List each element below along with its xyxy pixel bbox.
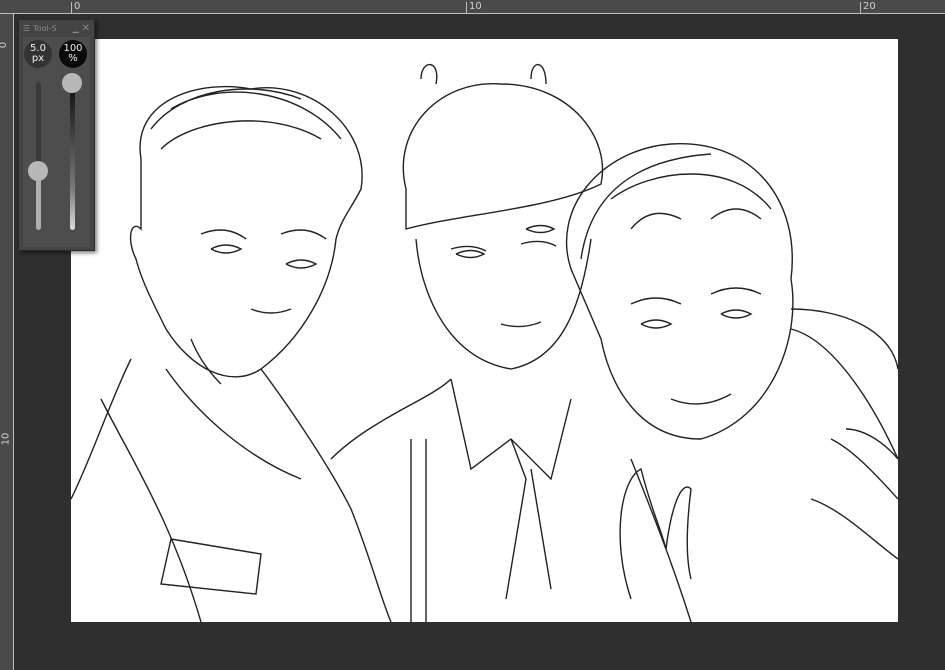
minimize-icon[interactable]: ▁ — [72, 24, 78, 33]
ruler-label: 10 — [469, 1, 482, 12]
brush-size-slider-handle[interactable] — [28, 161, 48, 181]
opacity-slider[interactable] — [70, 87, 75, 230]
panel-title-bar[interactable]: ☰ Tool-S ▁ ✕ — [19, 20, 94, 36]
brush-size-indicator[interactable]: 5.0 px — [24, 40, 52, 68]
close-icon[interactable]: ✕ — [82, 23, 90, 34]
panel-title: Tool-S — [33, 23, 57, 33]
hamburger-icon[interactable]: ☰ — [23, 24, 30, 33]
horizontal-ruler: 0 10 20 — [0, 0, 945, 14]
brush-size-slider-fill — [36, 177, 41, 230]
ruler-label: 0 — [0, 42, 9, 48]
opacity-unit: % — [68, 53, 78, 64]
ruler-label: 0 — [74, 1, 81, 12]
line-art-illustration — [71, 63, 898, 622]
ruler-label: 10 — [0, 432, 12, 446]
vertical-ruler: 0 10 — [0, 14, 14, 670]
opacity-slider-handle[interactable] — [62, 73, 82, 93]
drawing-canvas[interactable] — [71, 39, 898, 622]
tool-property-panel[interactable]: ☰ Tool-S ▁ ✕ 5.0 px 100 % — [18, 19, 95, 251]
opacity-indicator[interactable]: 100 % — [59, 40, 87, 68]
ruler-label: 20 — [863, 1, 876, 12]
brush-size-unit: px — [31, 53, 45, 64]
panel-body: 5.0 px 100 % — [23, 37, 90, 247]
